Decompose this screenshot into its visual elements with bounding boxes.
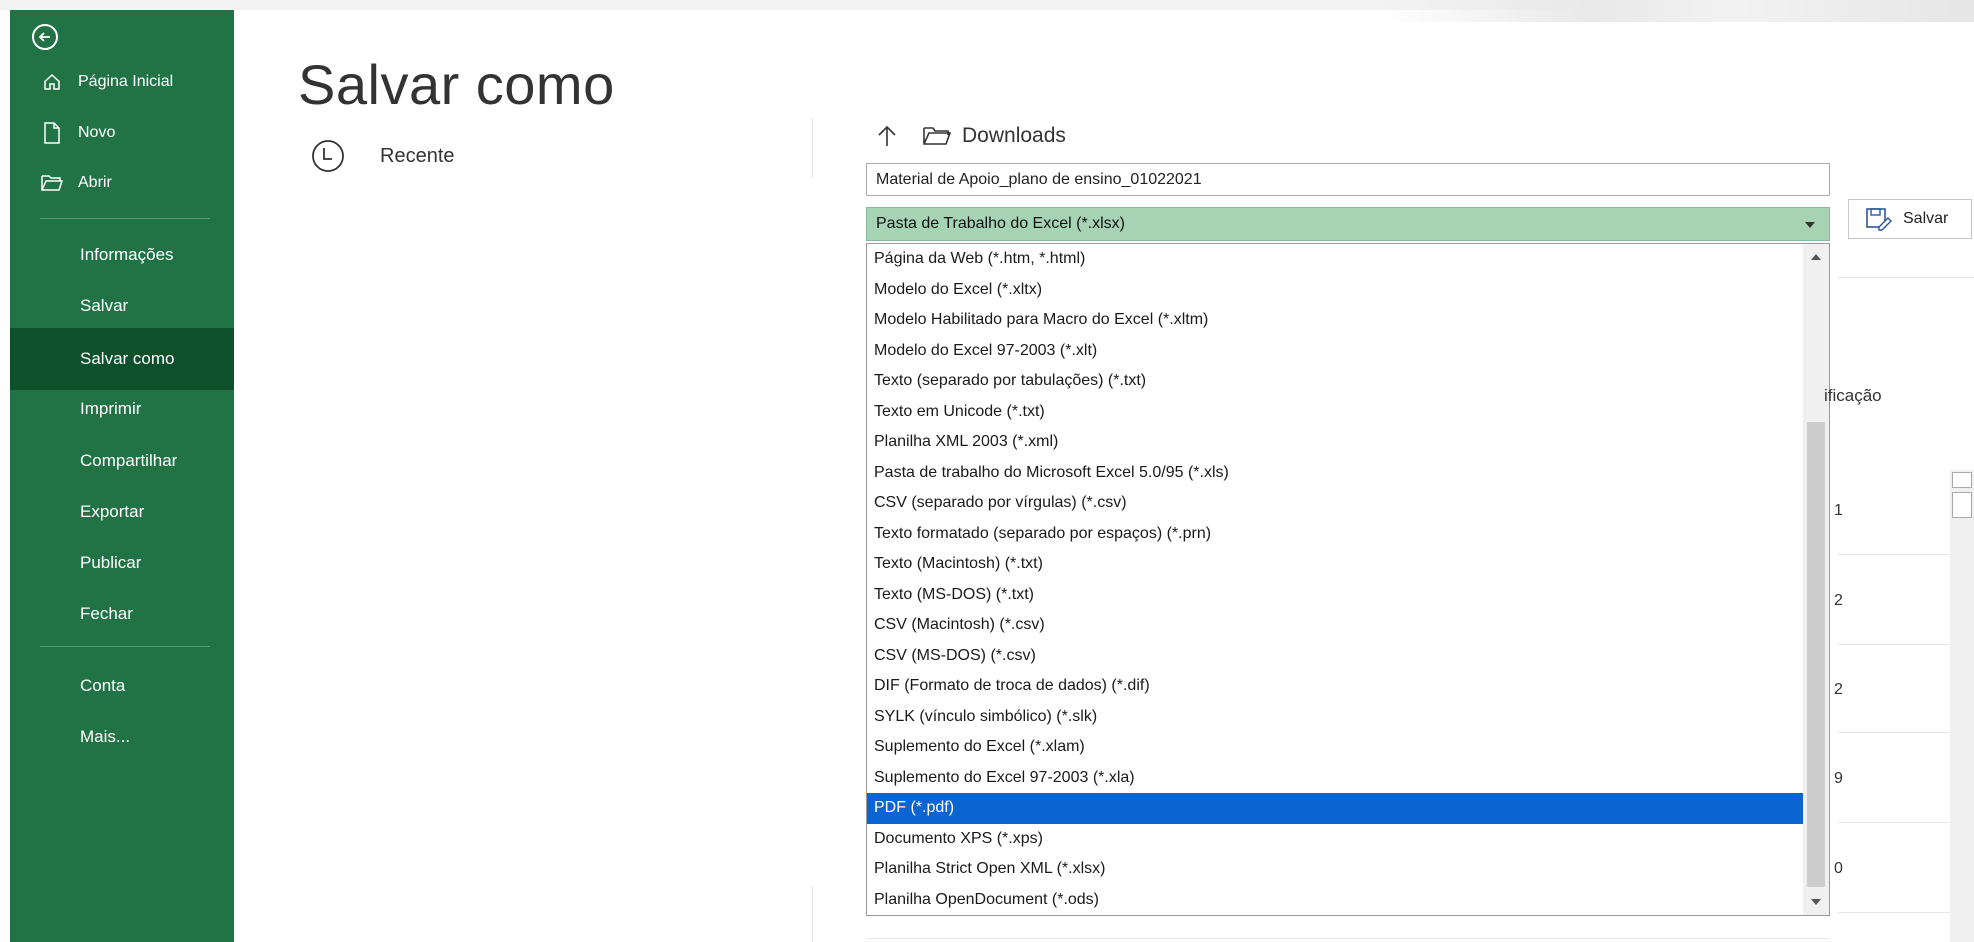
scroll-up-icon[interactable] bbox=[1811, 254, 1821, 260]
file-type-option[interactable]: SYLK (vínculo simbólico) (*.slk) bbox=[867, 702, 1829, 733]
file-type-option-list: Página da Web (*.htm, *.html) Modelo do E… bbox=[867, 244, 1829, 915]
save-icon bbox=[1866, 208, 1892, 231]
row-divider bbox=[1838, 732, 1958, 733]
scroll-up-icon[interactable] bbox=[1952, 472, 1972, 488]
file-type-option[interactable]: Documento XPS (*.xps) bbox=[867, 824, 1829, 855]
file-type-option[interactable]: Planilha XML 2003 (*.xml) bbox=[867, 427, 1829, 458]
file-row-fragment: 9 bbox=[1834, 770, 1843, 787]
folder-icon bbox=[922, 125, 952, 147]
nav-save-as-label: Salvar como bbox=[80, 349, 175, 368]
file-row-fragment: 2 bbox=[1834, 592, 1843, 609]
file-type-option[interactable]: Pasta de trabalho do Microsoft Excel 5.0… bbox=[867, 458, 1829, 489]
scroll-down-icon[interactable] bbox=[1811, 899, 1821, 905]
file-type-dropdown: Página da Web (*.htm, *.html) Modelo do E… bbox=[866, 243, 1830, 916]
nav-new-label: Novo bbox=[78, 124, 116, 141]
nav-open[interactable]: Abrir bbox=[10, 158, 234, 208]
nav-new[interactable]: Novo bbox=[10, 108, 234, 158]
new-file-icon bbox=[40, 121, 64, 145]
file-type-option[interactable]: CSV (MS-DOS) (*.csv) bbox=[867, 641, 1829, 672]
file-type-option[interactable]: CSV (Macintosh) (*.csv) bbox=[867, 610, 1829, 641]
file-type-option[interactable]: Suplemento do Excel 97-2003 (*.xla) bbox=[867, 763, 1829, 794]
nav-more-label: Mais... bbox=[80, 727, 131, 746]
nav-share-label: Compartilhar bbox=[80, 451, 178, 470]
scroll-thumb[interactable] bbox=[1952, 492, 1972, 518]
nav-more[interactable]: Mais... bbox=[10, 706, 234, 768]
nav-close-label: Fechar bbox=[80, 604, 133, 623]
home-icon bbox=[40, 70, 64, 94]
file-type-option[interactable]: Planilha Strict Open XML (*.xlsx) bbox=[867, 854, 1829, 885]
file-row-fragment: 1 bbox=[1834, 502, 1843, 519]
row-divider bbox=[1838, 822, 1958, 823]
open-folder-icon bbox=[40, 171, 64, 195]
file-row-fragment: 2 bbox=[1834, 681, 1843, 698]
save-button-label: Salvar bbox=[1903, 210, 1949, 227]
file-type-option[interactable]: DIF (Formato de troca de dados) (*.dif) bbox=[867, 671, 1829, 702]
file-type-option[interactable]: Texto (Macintosh) (*.txt) bbox=[867, 549, 1829, 580]
current-folder-label[interactable]: Downloads bbox=[962, 124, 1066, 148]
nav-publish-label: Publicar bbox=[80, 553, 142, 572]
list-divider bbox=[1838, 277, 1974, 278]
backstage-sidebar: Página Inicial Novo Abrir Informações Sa… bbox=[10, 10, 234, 942]
file-type-option[interactable]: Página da Web (*.htm, *.html) bbox=[867, 244, 1829, 275]
nav-export-label: Exportar bbox=[80, 502, 145, 521]
nav-close[interactable]: Fechar bbox=[10, 583, 234, 645]
file-row-fragment: 0 bbox=[1834, 860, 1843, 877]
nav-account-label: Conta bbox=[80, 676, 126, 695]
save-button[interactable]: Salvar bbox=[1848, 199, 1972, 239]
row-divider bbox=[1838, 912, 1958, 913]
file-type-select[interactable]: Pasta de Trabalho do Excel (*.xlsx) bbox=[866, 207, 1830, 241]
file-type-option[interactable]: Texto (MS-DOS) (*.txt) bbox=[867, 580, 1829, 611]
nav-open-label: Abrir bbox=[78, 174, 112, 191]
column-header-modified[interactable]: ificação bbox=[1824, 386, 1882, 406]
chevron-down-icon bbox=[1805, 222, 1815, 228]
row-divider bbox=[1838, 644, 1958, 645]
nav-print-label: Imprimir bbox=[80, 399, 142, 418]
dropdown-scrollbar[interactable] bbox=[1803, 244, 1829, 915]
path-bar: Downloads bbox=[876, 124, 1066, 148]
sidebar-divider bbox=[40, 646, 210, 647]
file-type-option[interactable]: Texto em Unicode (*.txt) bbox=[867, 397, 1829, 428]
sidebar-divider bbox=[40, 218, 210, 219]
back-arrow-icon[interactable] bbox=[32, 24, 58, 50]
file-list-scrollbar[interactable] bbox=[1950, 470, 1974, 942]
filename-input[interactable] bbox=[866, 163, 1830, 196]
nav-info-label: Informações bbox=[80, 245, 174, 264]
nav-home[interactable]: Página Inicial bbox=[10, 57, 234, 107]
pane-divider bbox=[812, 118, 813, 178]
file-type-option[interactable]: CSV (separado por vírgulas) (*.csv) bbox=[867, 488, 1829, 519]
file-type-option[interactable]: PDF (*.pdf) bbox=[867, 793, 1829, 824]
file-type-option[interactable]: Modelo do Excel (*.xltx) bbox=[867, 275, 1829, 306]
up-arrow-icon[interactable] bbox=[876, 124, 898, 148]
file-type-option[interactable]: Modelo Habilitado para Macro do Excel (*… bbox=[867, 305, 1829, 336]
scroll-thumb[interactable] bbox=[1807, 422, 1825, 887]
file-type-option[interactable]: Modelo do Excel 97-2003 (*.xlt) bbox=[867, 336, 1829, 367]
background-decoration bbox=[1380, 0, 1974, 22]
row-divider bbox=[1838, 554, 1958, 555]
file-type-value: Pasta de Trabalho do Excel (*.xlsx) bbox=[876, 215, 1126, 232]
page-title: Salvar como bbox=[298, 52, 615, 116]
pane-divider bbox=[812, 886, 813, 942]
list-divider bbox=[866, 938, 1830, 939]
file-type-option[interactable]: Texto formatado (separado por espaços) (… bbox=[867, 519, 1829, 550]
file-type-option[interactable]: Planilha OpenDocument (*.ods) bbox=[867, 885, 1829, 916]
clock-icon bbox=[310, 138, 346, 174]
file-type-option[interactable]: Suplemento do Excel (*.xlam) bbox=[867, 732, 1829, 763]
recent-label: Recente bbox=[380, 144, 455, 167]
location-recent[interactable]: Recente bbox=[310, 138, 455, 174]
nav-save-label: Salvar bbox=[80, 296, 129, 315]
nav-home-label: Página Inicial bbox=[78, 73, 174, 90]
file-type-option[interactable]: Texto (separado por tabulações) (*.txt) bbox=[867, 366, 1829, 397]
